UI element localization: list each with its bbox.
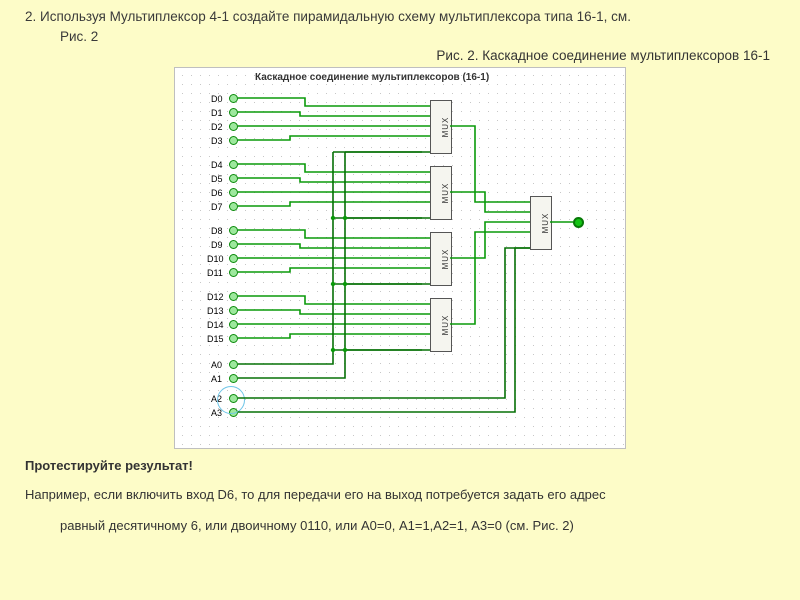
example-text: Например, если включить вход D6, то для … <box>25 486 775 504</box>
task-number: 2. <box>25 9 36 24</box>
task-line2: Рис. 2 <box>60 28 775 46</box>
test-heading: Протестируйте результат! <box>25 458 775 473</box>
figure-caption: Рис. 2. Каскадное соединение мультиплекс… <box>25 48 775 63</box>
task-line1: Используя Мультиплексор 4-1 создайте пир… <box>40 9 631 24</box>
task-text: 2. Используя Мультиплексор 4-1 создайте … <box>25 8 775 26</box>
circuit-diagram: Каскадное соединение мультиплексоров (16… <box>174 67 626 449</box>
example-line1: Например, если включить вход D6, то для … <box>25 487 606 502</box>
wire-overlay <box>175 68 625 448</box>
diagram-container: Каскадное соединение мультиплексоров (16… <box>25 67 775 452</box>
page: 2. Используя Мультиплексор 4-1 создайте … <box>0 0 800 535</box>
example-line2: равный десятичному 6, или двоичному 0110… <box>60 517 775 535</box>
